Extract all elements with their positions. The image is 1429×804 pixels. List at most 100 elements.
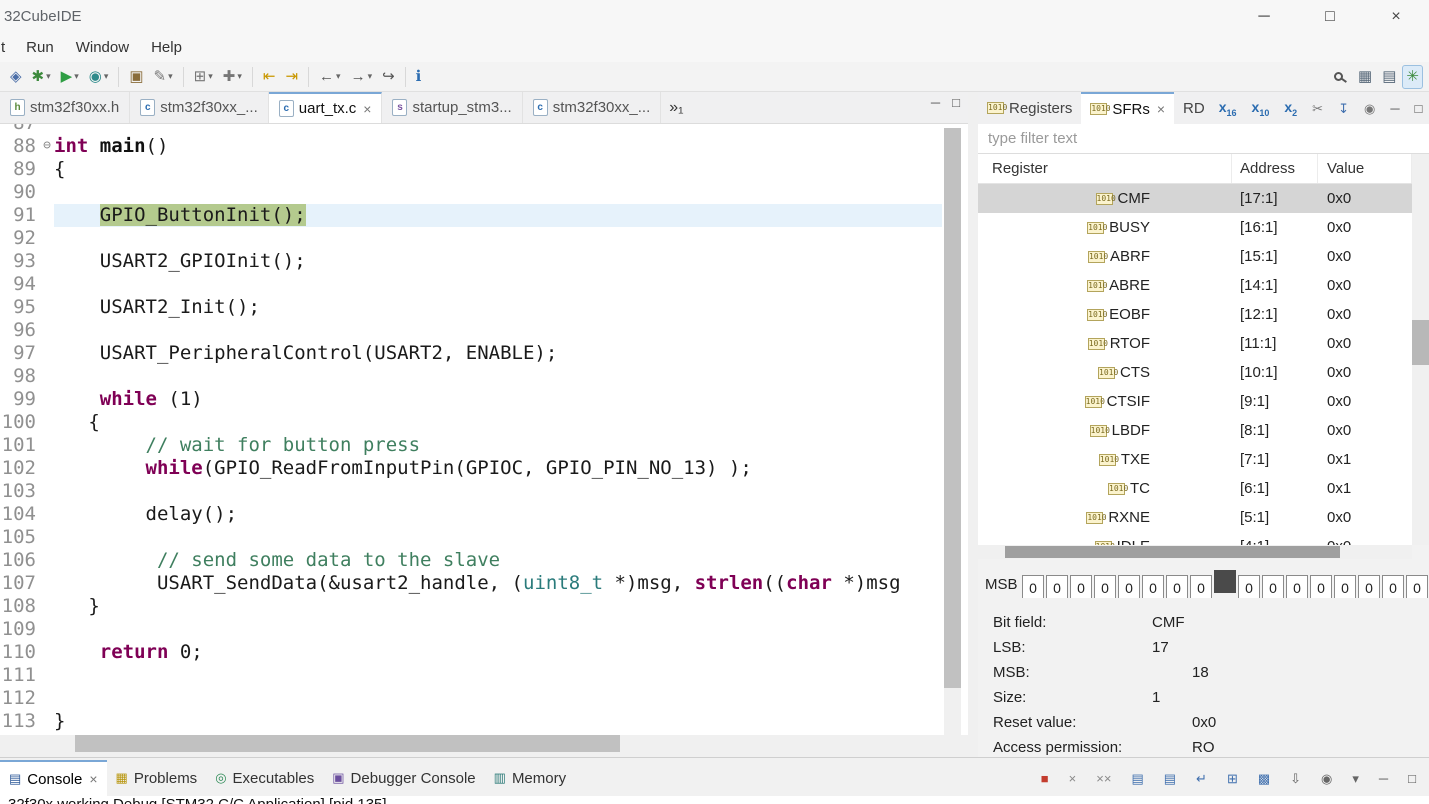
- cpp-perspective-icon[interactable]: ▤: [1378, 65, 1400, 89]
- radix-hex-icon[interactable]: x16: [1215, 96, 1241, 120]
- radix-binary-icon[interactable]: x2: [1280, 96, 1301, 120]
- scroll-lock-icon[interactable]: ⇩: [1286, 766, 1305, 790]
- code-text[interactable]: while(GPIO_ReadFromInputPin(GPIOC, GPIO_…: [54, 457, 942, 480]
- build-all-icon[interactable]: ⊞ ▾: [190, 65, 217, 89]
- line-number[interactable]: 104: [0, 503, 40, 526]
- open-perspective-icon[interactable]: ▦: [1354, 65, 1376, 89]
- register-row-busy[interactable]: 1010 BUSY [16:1] 0x0: [978, 213, 1412, 242]
- search-icon[interactable]: [1328, 65, 1352, 89]
- close-tab-icon[interactable]: ×: [363, 101, 371, 117]
- view-tab-console[interactable]: ▤ Console ×: [0, 760, 107, 796]
- line-number[interactable]: 95: [0, 296, 40, 319]
- code-text[interactable]: [54, 124, 942, 135]
- code-editor[interactable]: 8788⊖int main() 89 {9091 GPIO_ButtonInit()…: [0, 124, 968, 735]
- line-number[interactable]: 92: [0, 227, 40, 250]
- minimize-window-icon[interactable]: ─: [1231, 0, 1297, 33]
- code-text[interactable]: GPIO_ButtonInit();: [54, 204, 942, 227]
- profile-icon[interactable]: ◉ ▾: [85, 65, 113, 89]
- bit-cell-9[interactable]: 0: [1238, 575, 1260, 598]
- register-row-eobf[interactable]: 1010 EOBF [12:1] 0x0: [978, 300, 1412, 329]
- export-registers-icon[interactable]: ↧: [1334, 96, 1353, 120]
- profile-dropdown-arrow[interactable]: ▾: [104, 71, 109, 82]
- line-number[interactable]: 91: [0, 204, 40, 227]
- clear-console-icon[interactable]: ▩: [1254, 766, 1274, 790]
- open-element-icon[interactable]: ▣: [125, 65, 147, 89]
- register-row-cmf[interactable]: 1010 CMF [17:1] 0x0: [978, 184, 1412, 213]
- line-number[interactable]: 111: [0, 664, 40, 687]
- code-text[interactable]: {: [54, 158, 942, 181]
- register-row-abrf[interactable]: 1010 ABRF [15:1] 0x0: [978, 242, 1412, 271]
- new-wizard-dropdown-arrow[interactable]: ▾: [237, 71, 242, 82]
- debug-dropdown-arrow[interactable]: ▾: [46, 71, 51, 82]
- info-icon[interactable]: ℹ: [412, 65, 426, 89]
- remove-launch-icon[interactable]: ×: [1065, 766, 1081, 790]
- column-header-address[interactable]: Address: [1232, 154, 1318, 183]
- bit-cell-0[interactable]: 0: [1022, 575, 1044, 598]
- line-number[interactable]: 97: [0, 342, 40, 365]
- line-number[interactable]: 90: [0, 181, 40, 204]
- new-wizard-icon[interactable]: ✚ ▾: [219, 65, 246, 89]
- line-number[interactable]: 105: [0, 526, 40, 549]
- register-row-txe[interactable]: 1010 TXE [7:1] 0x1: [978, 445, 1412, 474]
- code-text[interactable]: int main(): [54, 135, 942, 158]
- forward-icon[interactable]: → ▾: [347, 65, 377, 89]
- pin-view-icon[interactable]: ◉: [1360, 96, 1379, 120]
- bit-cell-8[interactable]: [1214, 570, 1236, 593]
- code-text[interactable]: [54, 227, 942, 250]
- fold-marker-icon[interactable]: ⊖: [40, 135, 54, 158]
- line-number[interactable]: 96: [0, 319, 40, 342]
- line-number[interactable]: 113: [0, 710, 40, 733]
- editor-tab-stm32f30xx[interactable]: c stm32f30xx_...: [523, 92, 662, 123]
- line-number[interactable]: 100: [0, 411, 40, 434]
- register-row-rxne[interactable]: 1010 RXNE [5:1] 0x0: [978, 503, 1412, 532]
- line-number[interactable]: 101: [0, 434, 40, 457]
- code-text[interactable]: [54, 273, 942, 296]
- bit-cell-7[interactable]: 0: [1190, 575, 1212, 598]
- table-hscroll-thumb[interactable]: [1005, 546, 1340, 558]
- show-console-stderr-icon[interactable]: ▤: [1160, 766, 1180, 790]
- build-all-dropdown-arrow[interactable]: ▾: [208, 71, 213, 82]
- line-number[interactable]: 87: [0, 124, 40, 135]
- bit-cell-11[interactable]: 0: [1286, 575, 1308, 598]
- register-row-idle[interactable]: 1010IDLE[4:1]0x0: [978, 532, 1412, 545]
- maximize-window-icon[interactable]: □: [1297, 0, 1363, 33]
- launch-config-icon[interactable]: ◈: [6, 65, 26, 89]
- bit-cell-4[interactable]: 0: [1118, 575, 1140, 598]
- line-number[interactable]: 102: [0, 457, 40, 480]
- radix-decimal-icon[interactable]: x10: [1248, 96, 1274, 120]
- line-number[interactable]: 108: [0, 595, 40, 618]
- view-tab-debugger-console[interactable]: ▣ Debugger Console: [323, 760, 484, 796]
- step-return-icon[interactable]: ⇤: [259, 65, 280, 89]
- maximize-editor-icon[interactable]: □: [952, 95, 960, 110]
- bit-cell-6[interactable]: 0: [1166, 575, 1188, 598]
- code-text[interactable]: USART2_Init();: [54, 296, 942, 319]
- show-console-stdout-icon[interactable]: ▤: [1127, 766, 1147, 790]
- line-number[interactable]: 89: [0, 158, 40, 181]
- line-number[interactable]: 112: [0, 687, 40, 710]
- open-console-icon[interactable]: ⊞: [1223, 766, 1242, 790]
- bit-cell-5[interactable]: 0: [1142, 575, 1164, 598]
- bit-cell-12[interactable]: 0: [1310, 575, 1332, 598]
- close-window-icon[interactable]: ×: [1363, 0, 1429, 33]
- view-tab-registers[interactable]: 1010 Registers: [978, 92, 1081, 124]
- menu-run[interactable]: Run: [15, 39, 65, 56]
- line-number[interactable]: 107: [0, 572, 40, 595]
- line-number[interactable]: 88: [0, 135, 40, 158]
- run-dropdown-arrow[interactable]: ▾: [74, 71, 79, 82]
- editor-tab-startup-stm3[interactable]: s startup_stm3...: [382, 92, 523, 123]
- register-row-cts[interactable]: 1010 CTS [10:1] 0x0: [978, 358, 1412, 387]
- code-text[interactable]: {: [54, 411, 942, 434]
- view-tab-rd[interactable]: RD: [1174, 92, 1214, 124]
- view-tab-problems[interactable]: ▦ Problems: [107, 760, 207, 796]
- code-text[interactable]: while (1): [54, 388, 942, 411]
- editor-tab-stm32f30xx[interactable]: c stm32f30xx_...: [130, 92, 269, 123]
- code-text[interactable]: // wait for button press: [54, 434, 942, 457]
- code-text[interactable]: USART2_GPIOInit();: [54, 250, 942, 273]
- menu-help[interactable]: Help: [140, 39, 193, 56]
- maximize-view-icon[interactable]: □: [1404, 766, 1420, 790]
- code-text[interactable]: [54, 687, 942, 710]
- bit-cell-14[interactable]: 0: [1358, 575, 1380, 598]
- table-horizontal-scrollbar[interactable]: [978, 545, 1412, 559]
- line-number[interactable]: 106: [0, 549, 40, 572]
- register-row-ctsif[interactable]: 1010 CTSIF [9:1] 0x0: [978, 387, 1412, 416]
